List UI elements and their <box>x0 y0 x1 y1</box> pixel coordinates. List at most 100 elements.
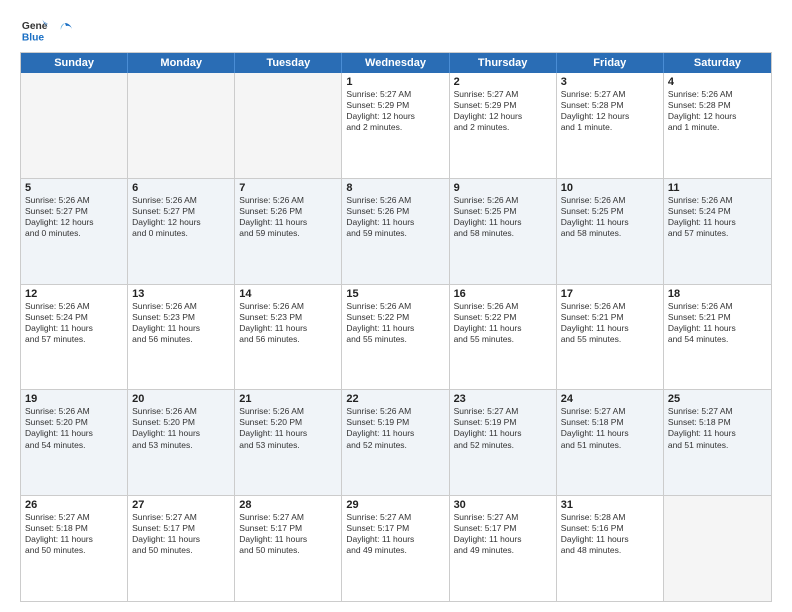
day-cell-4: 4Sunrise: 5:26 AM Sunset: 5:28 PM Daylig… <box>664 73 771 178</box>
day-number: 22 <box>346 393 444 405</box>
day-number: 26 <box>25 499 123 511</box>
day-cell-6: 6Sunrise: 5:26 AM Sunset: 5:27 PM Daylig… <box>128 179 235 284</box>
weekday-header-monday: Monday <box>128 53 235 73</box>
calendar: SundayMondayTuesdayWednesdayThursdayFrid… <box>20 52 772 602</box>
day-cell-17: 17Sunrise: 5:26 AM Sunset: 5:21 PM Dayli… <box>557 285 664 390</box>
day-info: Sunrise: 5:26 AM Sunset: 5:26 PM Dayligh… <box>239 195 337 239</box>
day-cell-13: 13Sunrise: 5:26 AM Sunset: 5:23 PM Dayli… <box>128 285 235 390</box>
day-info: Sunrise: 5:27 AM Sunset: 5:18 PM Dayligh… <box>561 406 659 450</box>
day-info: Sunrise: 5:27 AM Sunset: 5:17 PM Dayligh… <box>239 512 337 556</box>
day-cell-31: 31Sunrise: 5:28 AM Sunset: 5:16 PM Dayli… <box>557 496 664 601</box>
day-number: 30 <box>454 499 552 511</box>
day-info: Sunrise: 5:26 AM Sunset: 5:23 PM Dayligh… <box>132 301 230 345</box>
day-cell-11: 11Sunrise: 5:26 AM Sunset: 5:24 PM Dayli… <box>664 179 771 284</box>
day-info: Sunrise: 5:26 AM Sunset: 5:28 PM Dayligh… <box>668 89 767 133</box>
page: General Blue SundayMondayTuesdayWednesda… <box>0 0 792 612</box>
day-cell-10: 10Sunrise: 5:26 AM Sunset: 5:25 PM Dayli… <box>557 179 664 284</box>
weekday-header-friday: Friday <box>557 53 664 73</box>
day-cell-16: 16Sunrise: 5:26 AM Sunset: 5:22 PM Dayli… <box>450 285 557 390</box>
day-info: Sunrise: 5:26 AM Sunset: 5:20 PM Dayligh… <box>239 406 337 450</box>
day-number: 1 <box>346 76 444 88</box>
day-number: 5 <box>25 182 123 194</box>
day-number: 7 <box>239 182 337 194</box>
day-cell-30: 30Sunrise: 5:27 AM Sunset: 5:17 PM Dayli… <box>450 496 557 601</box>
day-info: Sunrise: 5:26 AM Sunset: 5:24 PM Dayligh… <box>25 301 123 345</box>
day-number: 23 <box>454 393 552 405</box>
day-info: Sunrise: 5:26 AM Sunset: 5:21 PM Dayligh… <box>561 301 659 345</box>
day-number: 29 <box>346 499 444 511</box>
weekday-header-thursday: Thursday <box>450 53 557 73</box>
day-info: Sunrise: 5:26 AM Sunset: 5:23 PM Dayligh… <box>239 301 337 345</box>
day-info: Sunrise: 5:26 AM Sunset: 5:27 PM Dayligh… <box>25 195 123 239</box>
calendar-row-4: 26Sunrise: 5:27 AM Sunset: 5:18 PM Dayli… <box>21 495 771 601</box>
day-cell-21: 21Sunrise: 5:26 AM Sunset: 5:20 PM Dayli… <box>235 390 342 495</box>
day-number: 11 <box>668 182 767 194</box>
day-info: Sunrise: 5:26 AM Sunset: 5:25 PM Dayligh… <box>561 195 659 239</box>
day-info: Sunrise: 5:26 AM Sunset: 5:24 PM Dayligh… <box>668 195 767 239</box>
calendar-body: 1Sunrise: 5:27 AM Sunset: 5:29 PM Daylig… <box>21 73 771 601</box>
day-number: 6 <box>132 182 230 194</box>
empty-cell <box>21 73 128 178</box>
day-number: 25 <box>668 393 767 405</box>
day-info: Sunrise: 5:27 AM Sunset: 5:29 PM Dayligh… <box>454 89 552 133</box>
day-cell-28: 28Sunrise: 5:27 AM Sunset: 5:17 PM Dayli… <box>235 496 342 601</box>
empty-cell <box>235 73 342 178</box>
header: General Blue <box>20 16 772 44</box>
day-info: Sunrise: 5:27 AM Sunset: 5:29 PM Dayligh… <box>346 89 444 133</box>
day-cell-15: 15Sunrise: 5:26 AM Sunset: 5:22 PM Dayli… <box>342 285 449 390</box>
svg-text:Blue: Blue <box>22 32 45 43</box>
day-cell-12: 12Sunrise: 5:26 AM Sunset: 5:24 PM Dayli… <box>21 285 128 390</box>
day-number: 8 <box>346 182 444 194</box>
day-number: 20 <box>132 393 230 405</box>
day-cell-3: 3Sunrise: 5:27 AM Sunset: 5:28 PM Daylig… <box>557 73 664 178</box>
day-cell-1: 1Sunrise: 5:27 AM Sunset: 5:29 PM Daylig… <box>342 73 449 178</box>
day-number: 15 <box>346 288 444 300</box>
day-number: 9 <box>454 182 552 194</box>
day-cell-23: 23Sunrise: 5:27 AM Sunset: 5:19 PM Dayli… <box>450 390 557 495</box>
day-cell-9: 9Sunrise: 5:26 AM Sunset: 5:25 PM Daylig… <box>450 179 557 284</box>
day-info: Sunrise: 5:27 AM Sunset: 5:17 PM Dayligh… <box>454 512 552 556</box>
day-info: Sunrise: 5:26 AM Sunset: 5:22 PM Dayligh… <box>454 301 552 345</box>
day-cell-8: 8Sunrise: 5:26 AM Sunset: 5:26 PM Daylig… <box>342 179 449 284</box>
day-number: 17 <box>561 288 659 300</box>
day-number: 31 <box>561 499 659 511</box>
day-info: Sunrise: 5:26 AM Sunset: 5:22 PM Dayligh… <box>346 301 444 345</box>
day-cell-27: 27Sunrise: 5:27 AM Sunset: 5:17 PM Dayli… <box>128 496 235 601</box>
day-info: Sunrise: 5:28 AM Sunset: 5:16 PM Dayligh… <box>561 512 659 556</box>
day-info: Sunrise: 5:27 AM Sunset: 5:17 PM Dayligh… <box>132 512 230 556</box>
day-info: Sunrise: 5:27 AM Sunset: 5:28 PM Dayligh… <box>561 89 659 133</box>
weekday-header-tuesday: Tuesday <box>235 53 342 73</box>
calendar-header: SundayMondayTuesdayWednesdayThursdayFrid… <box>21 53 771 73</box>
day-info: Sunrise: 5:27 AM Sunset: 5:17 PM Dayligh… <box>346 512 444 556</box>
calendar-row-1: 5Sunrise: 5:26 AM Sunset: 5:27 PM Daylig… <box>21 178 771 284</box>
weekday-header-sunday: Sunday <box>21 53 128 73</box>
day-info: Sunrise: 5:26 AM Sunset: 5:21 PM Dayligh… <box>668 301 767 345</box>
calendar-row-3: 19Sunrise: 5:26 AM Sunset: 5:20 PM Dayli… <box>21 389 771 495</box>
day-info: Sunrise: 5:27 AM Sunset: 5:18 PM Dayligh… <box>25 512 123 556</box>
day-cell-14: 14Sunrise: 5:26 AM Sunset: 5:23 PM Dayli… <box>235 285 342 390</box>
day-number: 12 <box>25 288 123 300</box>
day-info: Sunrise: 5:27 AM Sunset: 5:18 PM Dayligh… <box>668 406 767 450</box>
day-info: Sunrise: 5:27 AM Sunset: 5:19 PM Dayligh… <box>454 406 552 450</box>
logo-icon: General Blue <box>20 16 48 44</box>
calendar-row-0: 1Sunrise: 5:27 AM Sunset: 5:29 PM Daylig… <box>21 73 771 178</box>
day-number: 18 <box>668 288 767 300</box>
weekday-header-saturday: Saturday <box>664 53 771 73</box>
logo-bird-icon <box>56 21 74 39</box>
day-info: Sunrise: 5:26 AM Sunset: 5:27 PM Dayligh… <box>132 195 230 239</box>
day-number: 28 <box>239 499 337 511</box>
day-number: 13 <box>132 288 230 300</box>
day-number: 14 <box>239 288 337 300</box>
day-info: Sunrise: 5:26 AM Sunset: 5:25 PM Dayligh… <box>454 195 552 239</box>
empty-cell <box>128 73 235 178</box>
day-info: Sunrise: 5:26 AM Sunset: 5:19 PM Dayligh… <box>346 406 444 450</box>
day-number: 10 <box>561 182 659 194</box>
day-number: 2 <box>454 76 552 88</box>
day-cell-18: 18Sunrise: 5:26 AM Sunset: 5:21 PM Dayli… <box>664 285 771 390</box>
day-cell-25: 25Sunrise: 5:27 AM Sunset: 5:18 PM Dayli… <box>664 390 771 495</box>
day-cell-2: 2Sunrise: 5:27 AM Sunset: 5:29 PM Daylig… <box>450 73 557 178</box>
logo: General Blue <box>20 16 74 44</box>
day-cell-5: 5Sunrise: 5:26 AM Sunset: 5:27 PM Daylig… <box>21 179 128 284</box>
day-cell-22: 22Sunrise: 5:26 AM Sunset: 5:19 PM Dayli… <box>342 390 449 495</box>
day-cell-26: 26Sunrise: 5:27 AM Sunset: 5:18 PM Dayli… <box>21 496 128 601</box>
